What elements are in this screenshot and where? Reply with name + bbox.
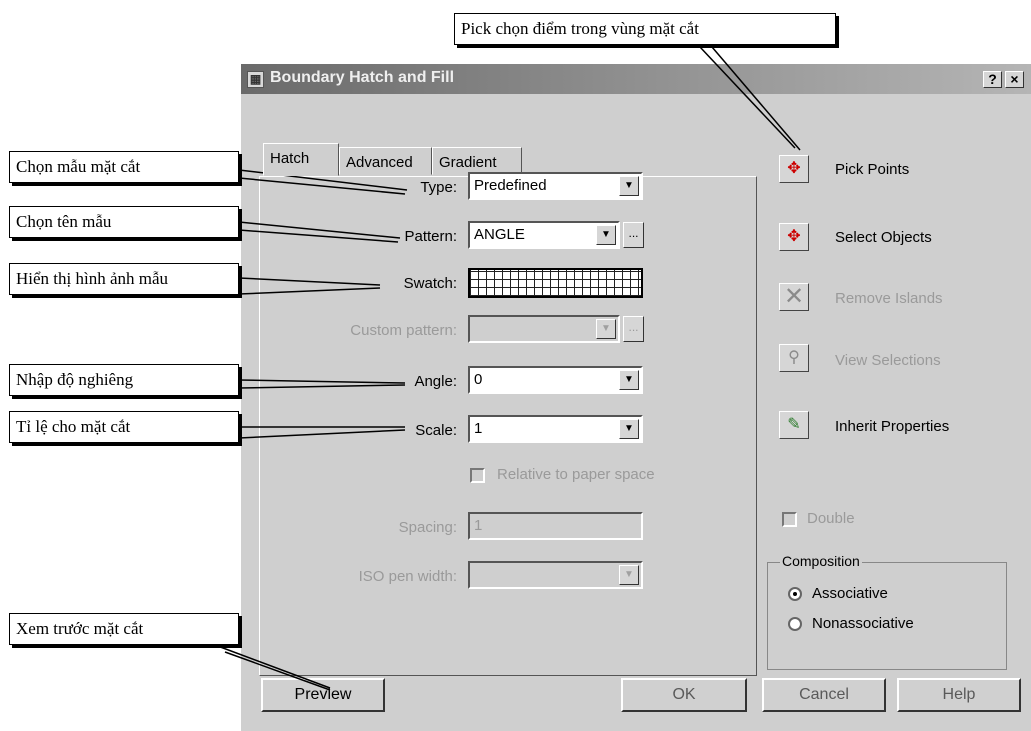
scale-combobox[interactable]: 1 ▼ — [468, 415, 643, 443]
remove-islands-icon[interactable]: ✕ — [779, 283, 809, 311]
spacing-field[interactable]: 1 — [468, 512, 643, 540]
associative-label[interactable]: Associative — [812, 585, 888, 602]
dialog-title: Boundary Hatch and Fill — [270, 69, 455, 86]
spacing-value: 1 — [474, 517, 483, 534]
nonassociative-label[interactable]: Nonassociative — [812, 615, 914, 632]
chevron-down-icon[interactable]: ▼ — [619, 176, 639, 196]
nonassociative-radio[interactable] — [788, 617, 802, 631]
callout-pick-points: Pick chọn điểm trong vùng mặt cắt — [454, 13, 836, 45]
pattern-dropdown[interactable]: ANGLE ▼ — [468, 221, 620, 249]
inherit-properties-button[interactable]: Inherit Properties — [835, 418, 949, 435]
inherit-properties-icon[interactable]: ✎ — [779, 411, 809, 439]
tab-hatch[interactable]: Hatch — [263, 143, 339, 176]
relative-paper-space-checkbox[interactable] — [470, 468, 485, 483]
angle-label: Angle: — [414, 373, 457, 390]
associative-radio[interactable] — [788, 587, 802, 601]
cancel-button[interactable]: Cancel — [762, 678, 886, 712]
swatch-label: Swatch: — [403, 275, 457, 292]
pattern-label: Pattern: — [404, 228, 457, 245]
chevron-down-icon[interactable]: ▼ — [619, 565, 639, 585]
composition-title: Composition — [780, 553, 862, 569]
callout-preview: Xem trước mặt cắt — [9, 613, 239, 645]
tab-advanced[interactable]: Advanced — [339, 147, 432, 175]
hatch-app-icon: ▦ — [247, 71, 264, 88]
chevron-down-icon[interactable]: ▼ — [619, 370, 639, 390]
view-selections-icon[interactable]: ⚲ — [779, 344, 809, 372]
pattern-value: ANGLE — [474, 226, 525, 243]
remove-islands-button[interactable]: Remove Islands — [835, 290, 943, 307]
custom-pattern-label: Custom pattern: — [350, 322, 457, 339]
tab-gradient[interactable]: Gradient — [432, 147, 522, 175]
callout-pattern: Chọn tên mẫu — [9, 206, 239, 238]
custom-pattern-browse-button[interactable]: ... — [623, 316, 644, 342]
relative-paper-space-label: Relative to paper space — [497, 466, 655, 483]
angle-combobox[interactable]: 0 ▼ — [468, 366, 643, 394]
callout-angle: Nhập độ nghiêng — [9, 364, 239, 396]
callout-type: Chọn mẫu mặt cắt — [9, 151, 239, 183]
view-selections-button[interactable]: View Selections — [835, 352, 941, 369]
angle-value: 0 — [474, 371, 483, 388]
chevron-down-icon[interactable]: ▼ — [596, 319, 616, 339]
type-label: Type: — [420, 179, 457, 196]
select-objects-icon[interactable]: ✥ — [779, 223, 809, 251]
callout-swatch: Hiển thị hình ảnh mẫu — [9, 263, 239, 295]
help-button[interactable]: Help — [897, 678, 1021, 712]
double-label: Double — [807, 510, 855, 527]
pattern-browse-button[interactable]: ... — [623, 222, 644, 248]
close-icon[interactable]: × — [1005, 71, 1024, 88]
chevron-down-icon[interactable]: ▼ — [596, 225, 616, 245]
preview-button[interactable]: Preview — [261, 678, 385, 712]
type-value: Predefined — [474, 177, 547, 194]
boundary-hatch-dialog: ▦ Boundary Hatch and Fill ? × Hatch Adva… — [241, 64, 1031, 731]
ok-button[interactable]: OK — [621, 678, 747, 712]
title-bar[interactable]: ▦ Boundary Hatch and Fill ? × — [241, 64, 1031, 94]
callout-scale: Tỉ lệ cho mặt cắt — [9, 411, 239, 443]
spacing-label: Spacing: — [398, 519, 457, 536]
scale-label: Scale: — [415, 422, 457, 439]
help-icon[interactable]: ? — [983, 71, 1002, 88]
select-objects-button[interactable]: Select Objects — [835, 229, 932, 246]
custom-pattern-dropdown[interactable]: ▼ — [468, 315, 620, 343]
chevron-down-icon[interactable]: ▼ — [619, 419, 639, 439]
pick-points-button[interactable]: Pick Points — [835, 161, 909, 178]
type-dropdown[interactable]: Predefined ▼ — [468, 172, 643, 200]
pattern-swatch[interactable] — [468, 268, 643, 298]
scale-value: 1 — [474, 420, 483, 437]
composition-group: Composition Associative Nonassociative — [767, 553, 1007, 670]
iso-pen-width-dropdown[interactable]: ▼ — [468, 561, 643, 589]
iso-pen-width-label: ISO pen width: — [358, 568, 457, 585]
pick-points-icon[interactable]: ✥ — [779, 155, 809, 183]
double-checkbox[interactable] — [782, 512, 797, 527]
